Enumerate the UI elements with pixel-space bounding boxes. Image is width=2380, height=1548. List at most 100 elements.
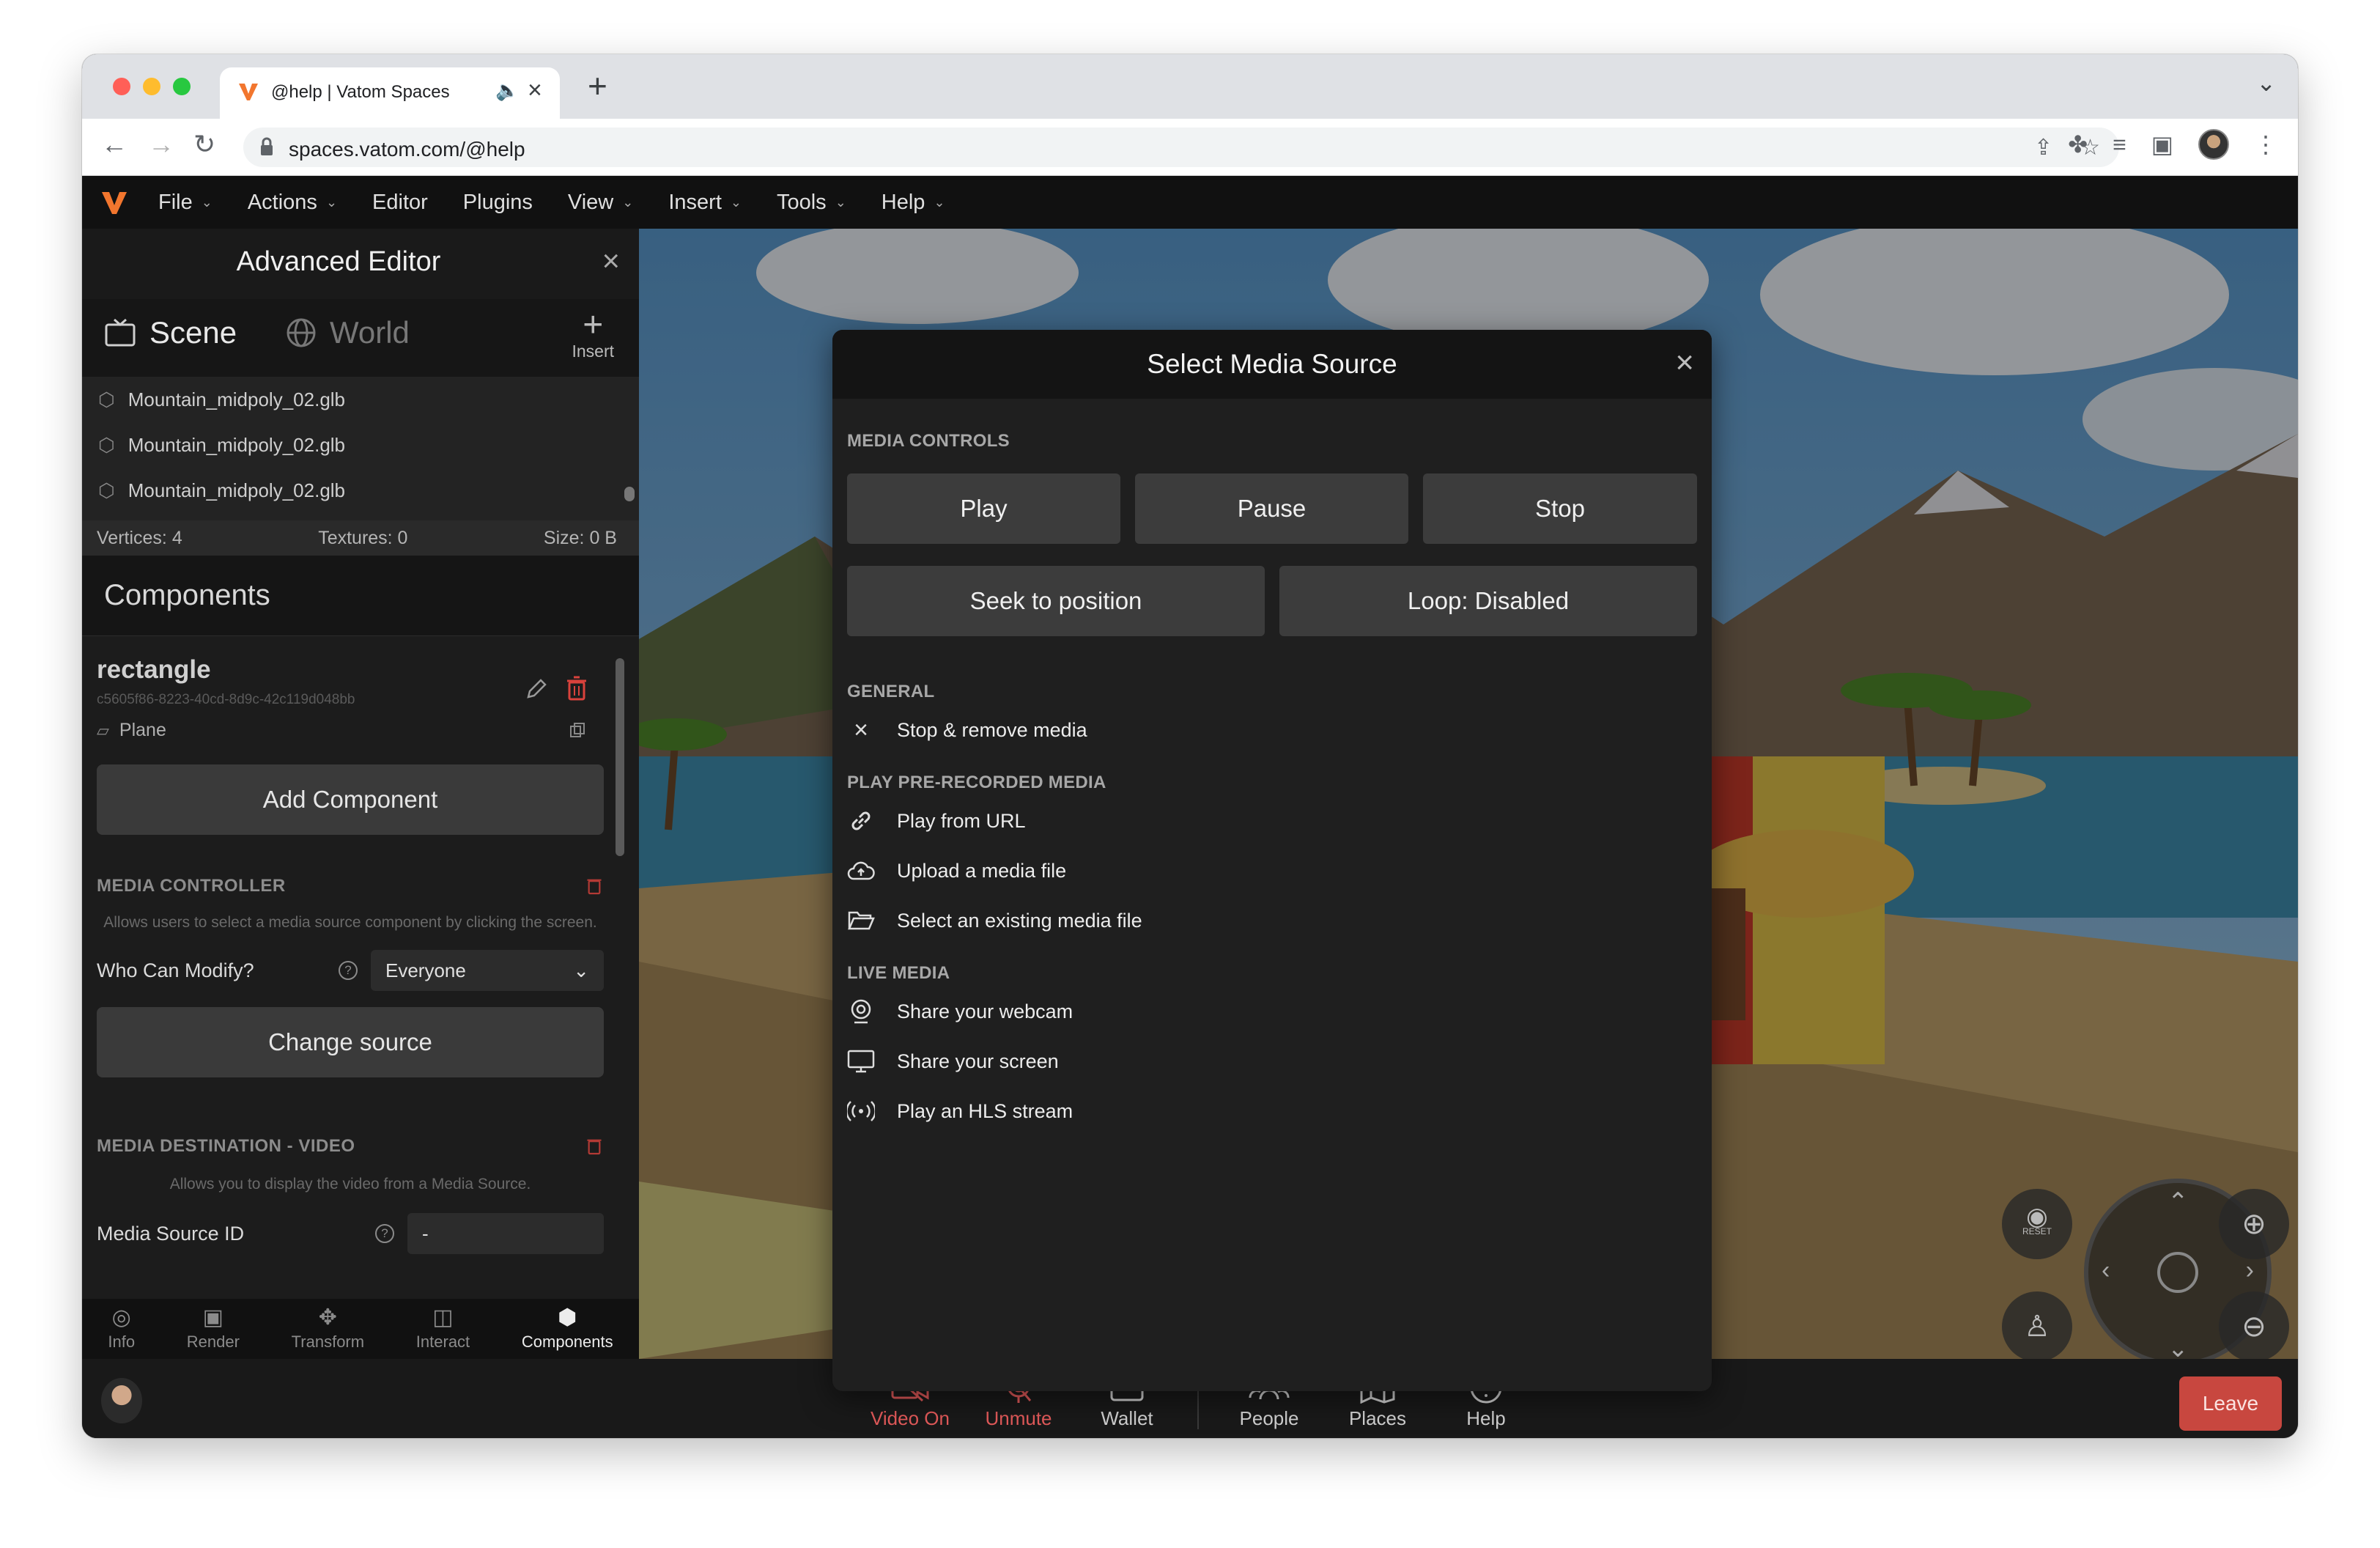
chevron-down-icon[interactable]: ⌄ — [2168, 1334, 2189, 1359]
joystick-knob[interactable] — [2157, 1252, 2198, 1293]
insert-label: Insert — [572, 342, 614, 361]
list-item[interactable]: ⬡ Mountain_midpoly_02.glb — [82, 422, 639, 468]
speaker-icon[interactable]: 🔈 — [495, 79, 519, 102]
help-question-icon[interactable]: ? — [339, 961, 358, 980]
tab-scene[interactable]: Scene — [104, 315, 237, 350]
components-scrollbar[interactable] — [616, 658, 624, 856]
insert-button[interactable]: + Insert — [572, 308, 614, 361]
list-item[interactable]: ⬡ Mountain_midpoly_02.glb — [82, 468, 639, 513]
nav-components[interactable]: ⬢ Components — [522, 1306, 613, 1352]
menu-plugins[interactable]: Plugins — [463, 191, 533, 215]
list-scrollbar[interactable] — [624, 487, 635, 501]
close-x-icon: × — [854, 715, 868, 744]
unmute-label: Unmute — [985, 1407, 1052, 1429]
menu-help-label: Help — [881, 190, 925, 214]
menu-view[interactable]: View ⌄ — [568, 191, 633, 215]
menu-actions[interactable]: Actions ⌄ — [248, 191, 337, 215]
loop-toggle-button[interactable]: Loop: Disabled — [1279, 566, 1697, 636]
reload-icon[interactable]: ↻ — [193, 129, 215, 160]
chevron-up-icon[interactable]: ⌃ — [2168, 1187, 2189, 1217]
share-webcam-option[interactable]: Share your webcam — [847, 987, 1697, 1036]
extensions-puzzle-icon[interactable]: ✤ — [2068, 130, 2088, 158]
kebab-menu-icon[interactable]: ⋮ — [2254, 130, 2277, 158]
panel-header: Advanced Editor × — [82, 229, 639, 299]
close-tab-icon[interactable]: × — [528, 76, 542, 105]
add-component-label: Add Component — [262, 786, 438, 813]
trash-icon[interactable] — [586, 1136, 602, 1155]
change-source-label: Change source — [268, 1028, 432, 1055]
back-arrow-icon[interactable]: ← — [101, 129, 128, 160]
play-hls-stream-option[interactable]: Play an HLS stream — [847, 1086, 1697, 1136]
chevron-right-icon[interactable]: › — [2246, 1256, 2254, 1285]
tab-world[interactable]: World — [286, 315, 410, 350]
stop-button[interactable]: Stop — [1423, 473, 1697, 544]
vatom-logo-icon[interactable] — [100, 188, 129, 217]
prerecorded-title: PLAY PRE-RECORDED MEDIA — [847, 773, 1106, 792]
change-source-button[interactable]: Change source — [97, 1007, 604, 1077]
share-icon[interactable]: ⇪ — [2034, 135, 2052, 161]
media-controls-title: MEDIA CONTROLS — [847, 431, 1010, 451]
add-component-button[interactable]: Add Component — [97, 764, 604, 835]
close-window-button[interactable] — [113, 78, 130, 95]
chevron-down-icon: ⌄ — [835, 194, 846, 210]
reset-view-button[interactable]: ◉ RESET — [2002, 1189, 2072, 1259]
stop-remove-media-option[interactable]: × Stop & remove media — [847, 705, 1697, 755]
menu-file[interactable]: File ⌄ — [158, 191, 212, 215]
vatom-favicon-icon — [239, 84, 258, 100]
copy-icon[interactable] — [569, 721, 586, 739]
maximize-window-button[interactable] — [173, 78, 191, 95]
tab-search-chevron-icon[interactable]: ⌄ — [2256, 69, 2276, 97]
chevron-left-icon[interactable]: ‹ — [2102, 1256, 2110, 1285]
close-panel-icon[interactable]: × — [602, 243, 620, 279]
upload-media-option[interactable]: Upload a media file — [847, 846, 1697, 896]
nav-info[interactable]: ◎ Info — [108, 1306, 135, 1352]
menu-editor[interactable]: Editor — [372, 191, 428, 215]
nav-transform[interactable]: ✥ Transform — [292, 1306, 364, 1352]
leave-label: Leave — [2202, 1392, 2259, 1415]
trash-icon[interactable] — [586, 876, 602, 895]
play-from-url-option[interactable]: Play from URL — [847, 796, 1697, 846]
screen-label: Share your screen — [897, 1050, 1059, 1072]
who-can-modify-select[interactable]: Everyone ⌄ — [371, 950, 604, 991]
media-destination-description: Allows you to display the video from a M… — [169, 1176, 531, 1193]
forward-arrow-icon[interactable]: → — [148, 129, 174, 160]
user-avatar[interactable] — [101, 1378, 142, 1423]
list-item[interactable]: ⬡ Mountain_midpoly_02.glb — [82, 377, 639, 422]
entity-type-label: Plane — [119, 720, 166, 740]
play-url-label: Play from URL — [897, 809, 1026, 832]
new-tab-button[interactable]: + — [588, 66, 607, 106]
trash-icon[interactable] — [566, 676, 588, 701]
video-toggle-label: Video On — [871, 1407, 950, 1429]
minimize-window-button[interactable] — [143, 78, 160, 95]
pause-button[interactable]: Pause — [1135, 473, 1408, 544]
pencil-icon[interactable] — [525, 677, 548, 701]
share-screen-option[interactable]: Share your screen — [847, 1036, 1697, 1086]
play-button[interactable]: Play — [847, 473, 1120, 544]
broadcast-icon — [847, 1101, 875, 1121]
leave-button[interactable]: Leave — [2179, 1376, 2282, 1431]
side-panel-icon[interactable]: ▣ — [2151, 130, 2173, 158]
address-bar[interactable]: spaces.vatom.com/@help ⇪ ☆ — [243, 128, 2119, 167]
media-source-id-input[interactable]: - — [407, 1213, 604, 1254]
nav-interact[interactable]: ◫ Interact — [416, 1306, 470, 1352]
menu-tools[interactable]: Tools ⌄ — [777, 191, 846, 215]
url-text: spaces.vatom.com/@help — [289, 138, 525, 161]
menu-view-label: View — [567, 190, 614, 214]
nav-render[interactable]: ▣ Render — [187, 1306, 240, 1352]
seek-to-position-button[interactable]: Seek to position — [847, 566, 1265, 636]
menu-insert[interactable]: Insert ⌄ — [668, 191, 742, 215]
nav-components-label: Components — [521, 1333, 613, 1351]
profile-avatar[interactable] — [2198, 129, 2229, 160]
close-dialog-icon[interactable]: × — [1675, 344, 1694, 381]
browser-tab[interactable]: @help | Vatom Spaces 🔈 × — [220, 67, 560, 119]
select-existing-media-option[interactable]: Select an existing media file — [847, 896, 1697, 946]
zoom-in-button[interactable]: ⊕ — [2219, 1189, 2289, 1259]
menu-actions-label: Actions — [247, 190, 317, 214]
help-question-icon[interactable]: ? — [375, 1224, 394, 1243]
media-queue-icon[interactable]: ≡ — [2113, 131, 2126, 158]
avatar-mode-button[interactable]: ♙ — [2002, 1291, 2072, 1359]
media-destination-title: MEDIA DESTINATION - VIDEO — [97, 1136, 355, 1156]
zoom-out-button[interactable]: ⊖ — [2219, 1291, 2289, 1359]
transform-icon: ✥ — [318, 1305, 337, 1330]
menu-help[interactable]: Help ⌄ — [882, 191, 945, 215]
